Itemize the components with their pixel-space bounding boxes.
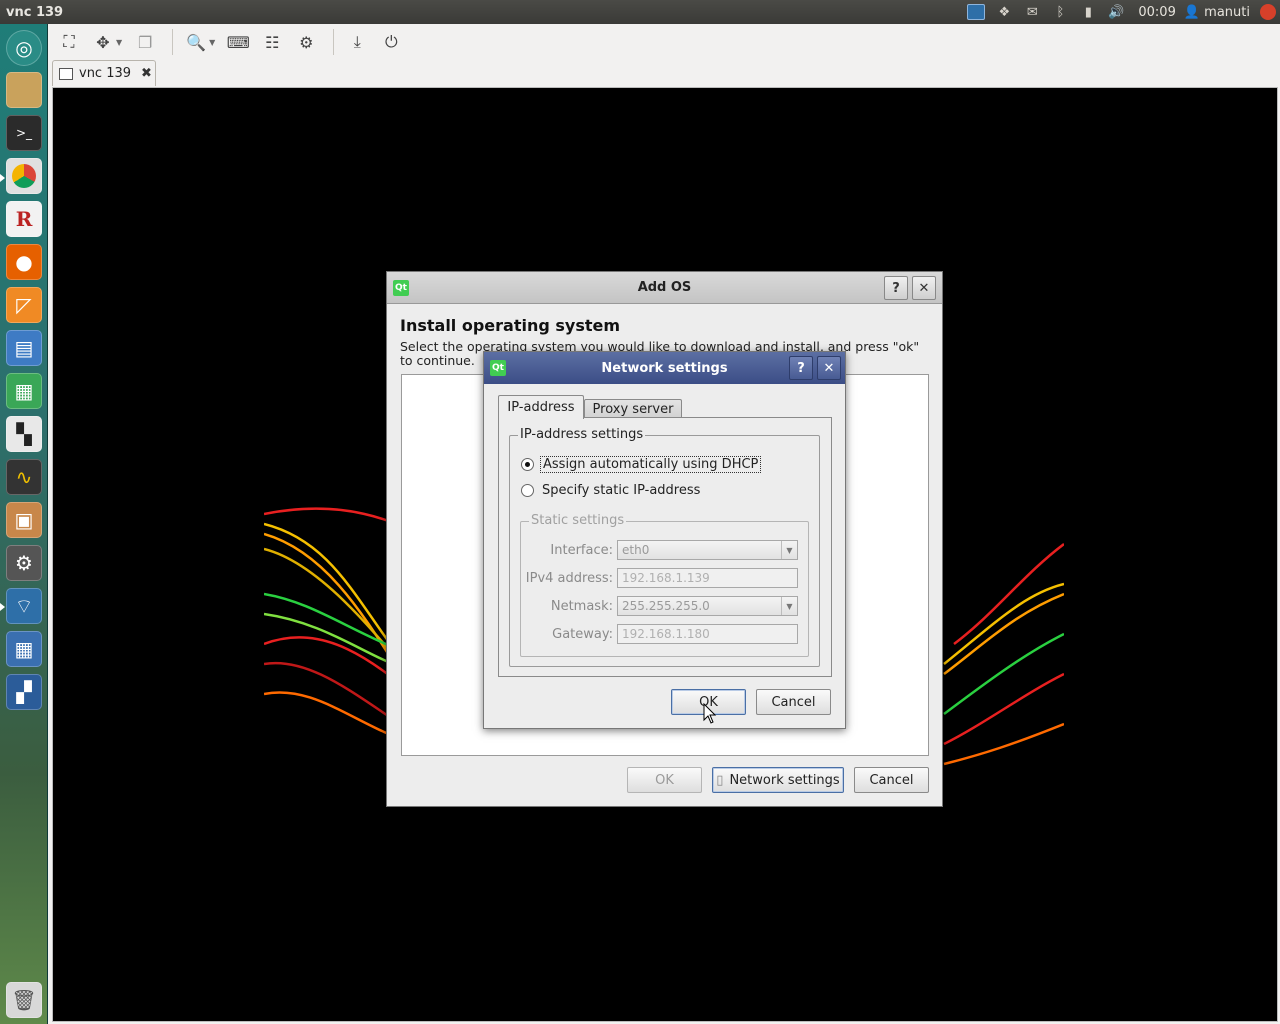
tab-vnc-139[interactable]: vnc 139 ✖ [52,60,156,86]
gateway-label: Gateway: [552,627,613,642]
netmask-select: 255.255.255.0 ▼ [617,596,798,616]
ipv4-input: 192.168.1.139 [617,568,798,588]
ip-address-panel: IP-address settings Assign automatically… [498,417,832,677]
qt-logo-icon: Qt [393,280,409,296]
toolbar-separator [172,29,174,55]
software-center-icon[interactable]: ▣ [6,502,42,538]
add-os-titlebar[interactable]: Qt Add OS ? ✕ [387,272,942,304]
tab-proxy-server[interactable]: Proxy server [584,399,682,418]
chrome-icon[interactable] [6,158,42,194]
mouse-cursor-icon [703,703,717,724]
unity-launcher: ◎ >_ R ● ◸ ▤ ▦ ▚ ∿ ▣ ⚙ ⌔ ▦ ▞ 🗑 [0,24,48,1024]
netmask-row: Netmask: 255.255.255.0 ▼ [521,596,807,618]
zoom-icon[interactable]: 🔍 [181,28,211,56]
network-settings-icon: ▯ [716,772,724,788]
add-os-title: Add OS [637,280,692,295]
toolbar-separator [333,29,335,55]
interface-label: Interface: [550,543,613,558]
sublime-icon[interactable]: ◸ [6,287,42,323]
user-menu[interactable]: 👤 manuti [1184,5,1260,20]
add-os-cancel-button[interactable]: Cancel [854,767,929,793]
username: manuti [1204,4,1250,20]
remote-desktop-icon[interactable]: ▞ [6,674,42,710]
power-icon[interactable] [1260,4,1276,20]
dhcp-radio[interactable]: Assign automatically using DHCP [521,456,762,473]
launcher-running-pip [0,603,5,611]
video-editor-icon[interactable]: ▚ [6,416,42,452]
close-button[interactable]: ✕ [912,276,936,300]
terminal-icon[interactable]: >_ [6,115,42,151]
network-settings-label: Network settings [729,772,840,788]
grab-keyboard-icon[interactable]: ⌨ [223,28,253,56]
settings-gear-icon[interactable]: ⚙ [291,28,321,56]
network-cancel-button[interactable]: Cancel [756,689,831,715]
dhcp-radio-label: Assign automatically using DHCP [540,456,762,473]
static-settings-title: Static settings [529,513,627,528]
gateway-row: Gateway: 192.168.1.180 [521,624,807,646]
close-tab-icon[interactable]: ✖ [141,66,152,81]
fullscreen-icon[interactable]: ⛶ [54,28,84,56]
active-app-title: vnc 139 [6,4,64,20]
system-settings-icon[interactable]: ⚙ [6,545,42,581]
zoom-dropdown-icon[interactable]: ▼ [209,38,215,47]
ip-address-settings-group: IP-address settings Assign automatically… [509,427,820,667]
remmina-icon[interactable]: ⌔ [6,588,42,624]
static-ip-radio[interactable]: Specify static IP-address [521,483,700,498]
ipv4-label: IPv4 address: [525,571,613,586]
interface-row: Interface: eth0 ▼ [521,540,807,562]
install-heading: Install operating system [400,316,621,335]
remmina-toolbar: ⛶ ✥ ▼ ❐ 🔍 ▼ ⌨ ☷ ⚙ ⤓ ⏻ [48,24,1280,60]
calc-icon[interactable]: ▦ [6,373,42,409]
ipv4-row: IPv4 address: 192.168.1.139 [521,568,807,590]
remmina-indicator-icon[interactable] [962,0,990,24]
mail-icon[interactable]: ✉ [1018,0,1046,24]
interface-select: eth0 ▼ [617,540,798,560]
files-icon[interactable] [6,72,42,108]
static-ip-radio-button[interactable] [521,484,534,497]
static-settings-group: Static settings Interface: eth0 ▼ IPv4 a… [520,513,809,657]
launcher-active-pip [0,174,5,182]
scale-dropdown-icon[interactable]: ▼ [116,38,122,47]
r-studio-icon[interactable]: R [6,201,42,237]
chevron-down-icon: ▼ [781,597,797,615]
clock[interactable]: 00:09 [1130,5,1183,20]
network-settings-button[interactable]: ▯ Network settings [712,767,844,793]
download-icon[interactable]: ⤓ [342,28,372,56]
connection-tab-bar: vnc 139 ✖ [48,60,1280,86]
system-monitor-icon[interactable]: ∿ [6,459,42,495]
help-button[interactable]: ? [884,276,908,300]
bluetooth-icon[interactable]: ᛒ [1046,0,1074,24]
network-settings-titlebar[interactable]: Qt Network settings ? ✕ [484,352,845,384]
chevron-down-icon: ▼ [781,541,797,559]
tab-label: vnc 139 [79,66,132,81]
netmask-label: Netmask: [550,599,613,614]
top-panel: vnc 139 ❖ ✉ ᛒ ▮ 🔊 00:09 👤 manuti [0,0,1280,24]
help-button[interactable]: ? [789,356,813,380]
network-settings-dialog: Qt Network settings ? ✕ IP-address Proxy… [483,351,846,729]
dropbox-icon[interactable]: ❖ [990,0,1018,24]
ip-address-settings-title: IP-address settings [518,427,646,442]
interface-value: eth0 [622,543,650,557]
gateway-input: 192.168.1.180 [617,624,798,644]
preferences-icon[interactable]: ☷ [257,28,287,56]
add-os-ok-button[interactable]: OK [627,767,702,793]
writer-icon[interactable]: ▤ [6,330,42,366]
dash-home-icon[interactable]: ◎ [6,30,42,66]
netmask-value: 255.255.255.0 [622,599,710,613]
dhcp-radio-button[interactable] [521,458,534,471]
network-signal-icon[interactable]: ▮ [1074,0,1102,24]
close-button[interactable]: ✕ [817,356,841,380]
workspaces-icon[interactable]: ▦ [6,631,42,667]
volume-icon[interactable]: 🔊 [1102,0,1130,24]
system-tray: ❖ ✉ ᛒ ▮ 🔊 00:09 👤 manuti [962,0,1280,24]
tab-ip-address[interactable]: IP-address [498,395,584,419]
scale-icon[interactable]: ✥ [88,28,118,56]
qt-logo-icon: Qt [490,360,506,376]
screen-icon [59,67,73,80]
trash-icon[interactable]: 🗑 [6,982,42,1018]
static-ip-radio-label: Specify static IP-address [542,483,701,498]
windows-icon[interactable]: ❐ [130,28,160,56]
disconnect-icon[interactable]: ⏻ [376,28,406,56]
firefox-icon[interactable]: ● [6,244,42,280]
